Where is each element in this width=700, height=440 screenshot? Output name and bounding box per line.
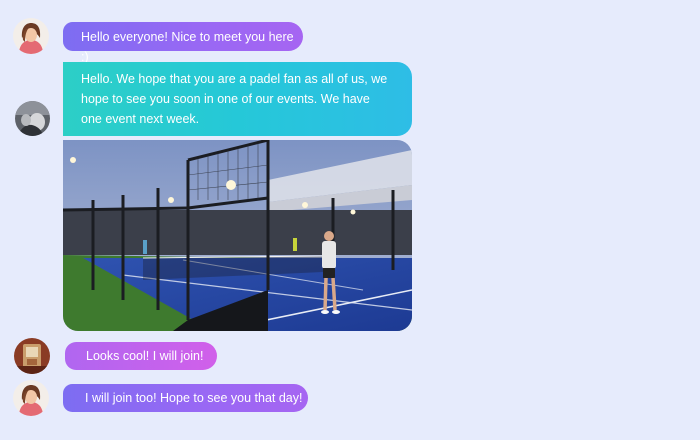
avatar-user-a[interactable]	[13, 380, 49, 416]
avatar-user-c[interactable]	[14, 338, 50, 374]
message-bubble: Looks cool! I will join!	[65, 342, 217, 370]
message-text: Looks cool! I will join!	[86, 349, 204, 363]
message-bubble: Hello. We hope that you are a padel fan …	[63, 62, 412, 136]
message-text: Hello everyone! Nice to meet you here :)	[81, 30, 294, 64]
message-text: Hello. We hope that you are a padel fan …	[81, 72, 388, 126]
message-photo[interactable]	[63, 140, 412, 331]
avatar-user-a[interactable]	[13, 18, 49, 54]
avatar-user-b[interactable]	[15, 101, 50, 136]
message-bubble: I will join too! Hope to see you that da…	[63, 384, 308, 412]
message-text: I will join too! Hope to see you that da…	[85, 391, 303, 405]
padel-court-photo	[63, 140, 412, 331]
message-bubble: Hello everyone! Nice to meet you here :)	[63, 22, 303, 64]
